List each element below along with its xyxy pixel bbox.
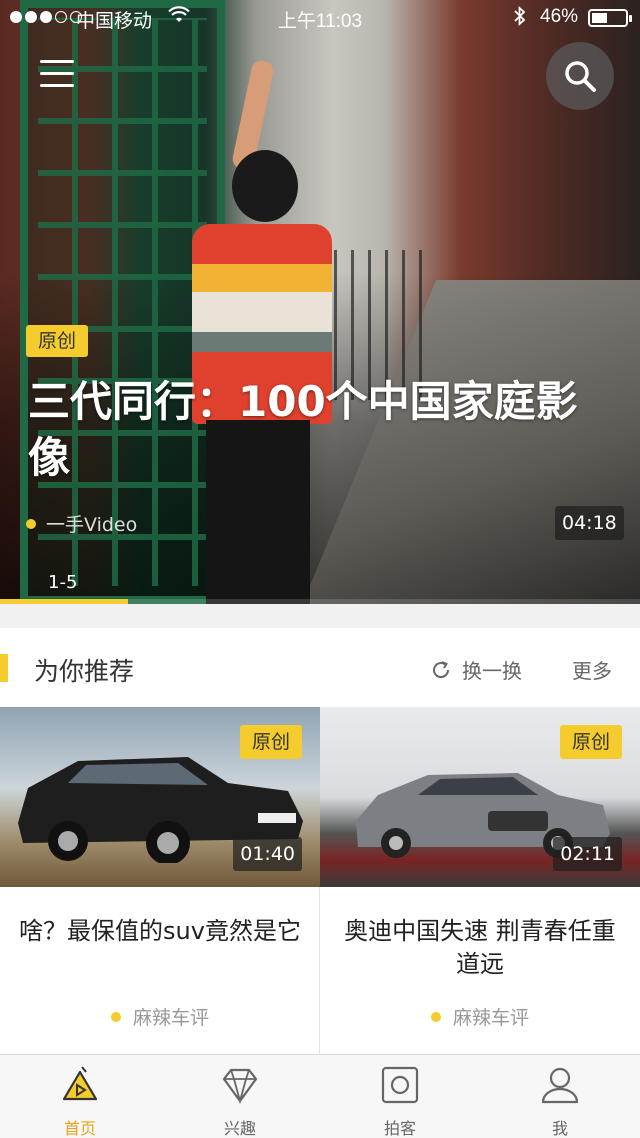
tab-paike[interactable]: 拍客 — [320, 1055, 480, 1138]
hero-page-indicator: 1-5 — [48, 572, 78, 593]
refresh-button[interactable]: 换一换 — [430, 655, 522, 684]
home-play-icon — [60, 1065, 100, 1109]
video-duration: 02:11 — [553, 837, 622, 871]
hero-duration: 04:18 — [555, 506, 624, 540]
video-card[interactable]: 原创 02:11 奥迪中国失速 荆青春任重道远 麻辣车评 — [320, 707, 640, 1054]
video-source: 麻辣车评 — [320, 1003, 640, 1030]
battery-percent: 46% — [540, 6, 579, 27]
bluetooth-icon — [514, 5, 526, 32]
camera-icon — [380, 1065, 420, 1109]
recommend-title: 为你推荐 — [34, 657, 135, 686]
section-divider — [0, 604, 640, 628]
source-dot-icon — [110, 1011, 121, 1022]
video-source-label: 麻辣车评 — [452, 1007, 529, 1029]
video-card[interactable]: 原创 01:40 啥？最保值的suv竟然是它 麻辣车评 — [0, 707, 320, 1054]
video-thumbnail: 原创 02:11 — [320, 707, 640, 887]
search-icon — [565, 61, 596, 92]
section-accent-bar — [0, 654, 8, 682]
refresh-label: 换一换 — [462, 659, 522, 683]
original-badge: 原创 — [26, 325, 89, 357]
video-source-label: 麻辣车评 — [132, 1007, 209, 1029]
tab-me-label: 我 — [551, 1119, 568, 1138]
video-title: 奥迪中国失速 荆青春任重道远 — [344, 917, 616, 978]
video-thumbnail: 原创 01:40 — [0, 707, 320, 887]
hero-source-label: 一手Video — [46, 514, 138, 536]
source-dot-icon — [26, 518, 36, 529]
tab-me[interactable]: 我 — [480, 1055, 640, 1138]
video-duration: 01:40 — [233, 837, 302, 871]
video-title: 啥？最保值的suv竟然是它 — [19, 917, 301, 945]
tab-home-label: 首页 — [63, 1119, 96, 1138]
video-source: 麻辣车评 — [0, 1003, 320, 1030]
battery-icon — [588, 9, 632, 27]
hero-source: 一手Video — [26, 510, 137, 537]
status-bar: 中国移动 上午11:03 46% — [0, 0, 640, 36]
menu-button[interactable] — [40, 60, 78, 92]
original-badge: 原创 — [239, 725, 302, 759]
original-badge: 原创 — [559, 725, 622, 759]
hero-title[interactable]: 三代同行：100个中国家庭影像 — [28, 374, 618, 486]
tab-home[interactable]: 首页 — [0, 1055, 160, 1138]
hero-banner[interactable]: 中国移动 上午11:03 46% 原创 三代同行：100个中国家庭影像 一手Vi… — [0, 0, 640, 604]
recommend-header: 为你推荐 换一换 更多 — [0, 628, 640, 708]
tab-interest[interactable]: 兴趣 — [160, 1055, 320, 1138]
source-dot-icon — [430, 1011, 441, 1022]
diamond-icon — [220, 1065, 260, 1109]
tab-interest-label: 兴趣 — [223, 1119, 256, 1138]
person-icon — [540, 1065, 580, 1109]
recommend-list: 原创 01:40 啥？最保值的suv竟然是它 麻辣车评 原创 02:11 奥迪中… — [0, 707, 640, 1054]
refresh-icon — [433, 660, 450, 678]
tab-bar: 首页 兴趣 拍客 我 — [0, 1054, 640, 1138]
more-button[interactable]: 更多 — [572, 655, 612, 684]
search-button[interactable] — [546, 42, 614, 110]
tab-paike-label: 拍客 — [383, 1119, 416, 1138]
